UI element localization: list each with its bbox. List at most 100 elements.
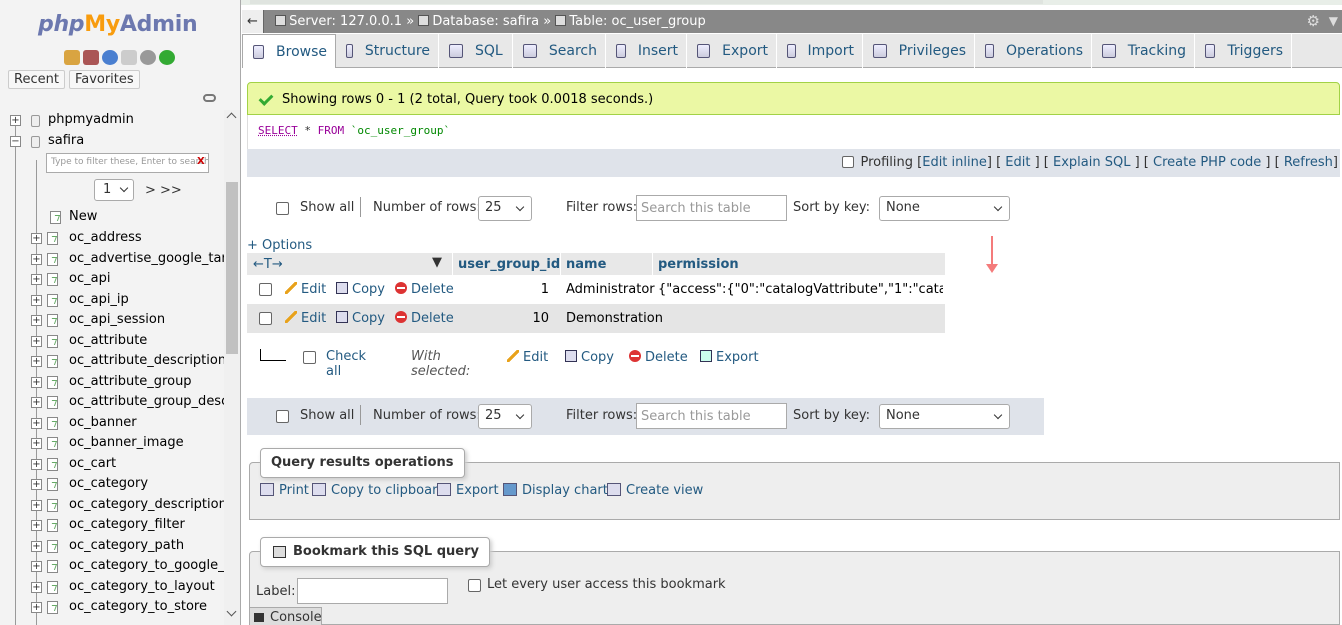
show-all-checkbox-bottom[interactable] bbox=[276, 410, 289, 423]
export-link[interactable]: Export bbox=[437, 483, 499, 498]
table-icon[interactable] bbox=[47, 437, 58, 450]
expand-icon[interactable]: + bbox=[31, 335, 42, 347]
collapse-nav-button[interactable]: ← bbox=[242, 10, 264, 33]
tab-browse[interactable]: Browse bbox=[242, 34, 336, 68]
expand-icon[interactable]: + bbox=[31, 581, 42, 593]
expand-icon[interactable]: + bbox=[31, 233, 42, 244]
filter-rows-input[interactable]: Search this table bbox=[636, 195, 787, 221]
rows-per-page-select[interactable]: 25 bbox=[478, 196, 532, 221]
table-icon[interactable] bbox=[47, 375, 58, 389]
sidebar-scrollbar[interactable] bbox=[224, 110, 240, 625]
breadcrumb-server[interactable]: Server: 127.0.0.1 bbox=[289, 14, 402, 29]
tab-operations[interactable]: Operations bbox=[975, 34, 1092, 68]
check-all-label[interactable]: Check all bbox=[326, 349, 366, 379]
row-delete-button[interactable]: Delete bbox=[395, 282, 454, 297]
expand-icon[interactable]: + bbox=[31, 274, 42, 285]
check-all-checkbox[interactable] bbox=[303, 351, 316, 364]
bookmark-label-input[interactable] bbox=[297, 578, 448, 604]
filter-rows-input-bottom[interactable]: Search this table bbox=[636, 403, 787, 429]
logout-icon[interactable] bbox=[83, 50, 99, 65]
expand-icon[interactable]: + bbox=[31, 294, 42, 306]
table-icon[interactable] bbox=[47, 273, 58, 286]
bulk-copy-button[interactable]: Copy bbox=[565, 350, 614, 365]
table-icon[interactable] bbox=[47, 601, 58, 614]
tab-structure[interactable]: Structure bbox=[336, 34, 439, 68]
expand-icon[interactable]: + bbox=[31, 397, 42, 408]
row-copy-button[interactable]: Copy bbox=[336, 311, 385, 326]
expand-icon[interactable]: + bbox=[31, 417, 42, 429]
breadcrumb-table[interactable]: Table: oc_user_group bbox=[569, 14, 705, 29]
tab-sql[interactable]: SQL bbox=[439, 34, 513, 68]
row-edit-button[interactable]: Edit bbox=[285, 311, 326, 326]
options-link[interactable]: + Options bbox=[247, 238, 312, 253]
column-user-group-id[interactable]: user_group_id bbox=[458, 257, 560, 272]
scroll-up-icon[interactable]: ▼ bbox=[1329, 10, 1338, 33]
bulk-export-button[interactable]: Export bbox=[700, 350, 759, 365]
chevron-down-icon[interactable]: ▼ bbox=[432, 255, 442, 270]
expand-icon[interactable]: + bbox=[31, 253, 42, 265]
table-icon[interactable] bbox=[47, 457, 58, 471]
help-icon[interactable] bbox=[102, 50, 118, 65]
tab-import[interactable]: Import bbox=[777, 34, 863, 68]
console-toggle[interactable]: Console bbox=[249, 607, 322, 625]
gear-icon[interactable]: ⚙ bbox=[1307, 10, 1320, 33]
tab-tracking[interactable]: Tracking bbox=[1092, 34, 1195, 68]
column-resize-arrows[interactable]: ←T→ bbox=[253, 257, 283, 272]
table-icon[interactable] bbox=[47, 416, 58, 430]
cell-permission[interactable]: {"access":{"0":"catalogVattribute","1":"… bbox=[658, 282, 943, 297]
favorites-button[interactable]: Favorites bbox=[68, 70, 140, 89]
expand-icon[interactable]: + bbox=[31, 438, 42, 449]
bulk-edit-button[interactable]: Edit bbox=[507, 350, 548, 365]
expand-icon[interactable]: + bbox=[31, 561, 42, 572]
cell-user-group-id[interactable]: 10 bbox=[458, 311, 549, 326]
cell-name[interactable]: Demonstration bbox=[566, 311, 663, 326]
cell-name[interactable]: Administrator bbox=[566, 282, 655, 297]
sort-by-key-select-bottom[interactable]: None bbox=[879, 404, 1010, 429]
link-icon[interactable] bbox=[203, 94, 216, 102]
breadcrumb-database[interactable]: Database: safira bbox=[432, 14, 539, 29]
table-icon[interactable] bbox=[47, 519, 58, 532]
table-icon[interactable] bbox=[47, 314, 58, 327]
settings-icon[interactable] bbox=[140, 50, 156, 65]
create-view-link[interactable]: Create view bbox=[607, 483, 703, 498]
table-icon[interactable] bbox=[47, 560, 58, 573]
row-checkbox[interactable] bbox=[259, 283, 272, 296]
expand-icon[interactable]: + bbox=[31, 458, 42, 470]
expand-icon[interactable]: + bbox=[31, 602, 42, 613]
expand-icon[interactable]: + bbox=[31, 520, 42, 531]
sort-by-key-select[interactable]: None bbox=[879, 196, 1010, 221]
expand-icon[interactable]: + bbox=[31, 356, 42, 367]
row-checkbox[interactable] bbox=[259, 312, 272, 325]
profiling-checkbox[interactable] bbox=[842, 156, 855, 168]
table-icon[interactable] bbox=[47, 334, 58, 348]
column-name[interactable]: name bbox=[566, 257, 606, 272]
table-icon[interactable] bbox=[47, 478, 58, 491]
row-edit-button[interactable]: Edit bbox=[285, 282, 326, 297]
table-icon[interactable] bbox=[47, 498, 58, 512]
expand-icon[interactable]: + bbox=[31, 315, 42, 326]
home-icon[interactable] bbox=[64, 50, 80, 65]
print-link[interactable]: Print bbox=[260, 483, 309, 498]
clear-filter-button[interactable]: X bbox=[197, 156, 205, 167]
table-icon[interactable] bbox=[47, 293, 58, 307]
expand-icon[interactable]: + bbox=[31, 540, 42, 552]
tab-search[interactable]: Search bbox=[513, 34, 606, 68]
expand-icon[interactable]: + bbox=[31, 499, 42, 511]
tab-triggers[interactable]: Triggers bbox=[1195, 34, 1292, 68]
collapse-icon[interactable]: − bbox=[10, 136, 21, 147]
tab-export[interactable]: Export bbox=[687, 34, 777, 68]
edit-query-link[interactable]: Edit bbox=[1005, 155, 1030, 170]
table-filter-input[interactable]: Type to filter these, Enter to search al… bbox=[46, 153, 209, 173]
share-bookmark-checkbox[interactable] bbox=[468, 579, 481, 592]
docs-icon[interactable] bbox=[121, 50, 137, 65]
next-page-link[interactable]: > >> bbox=[145, 183, 182, 198]
display-chart-link[interactable]: Display chart bbox=[503, 483, 608, 498]
create-php-link[interactable]: Create PHP code bbox=[1153, 155, 1261, 170]
row-copy-button[interactable]: Copy bbox=[336, 282, 385, 297]
cell-user-group-id[interactable]: 1 bbox=[458, 282, 549, 297]
refresh-link[interactable]: Refresh bbox=[1284, 155, 1333, 170]
recent-button[interactable]: Recent bbox=[8, 70, 65, 89]
table-icon[interactable] bbox=[47, 355, 58, 368]
table-icon[interactable] bbox=[47, 580, 58, 594]
expand-icon[interactable]: + bbox=[31, 376, 42, 388]
